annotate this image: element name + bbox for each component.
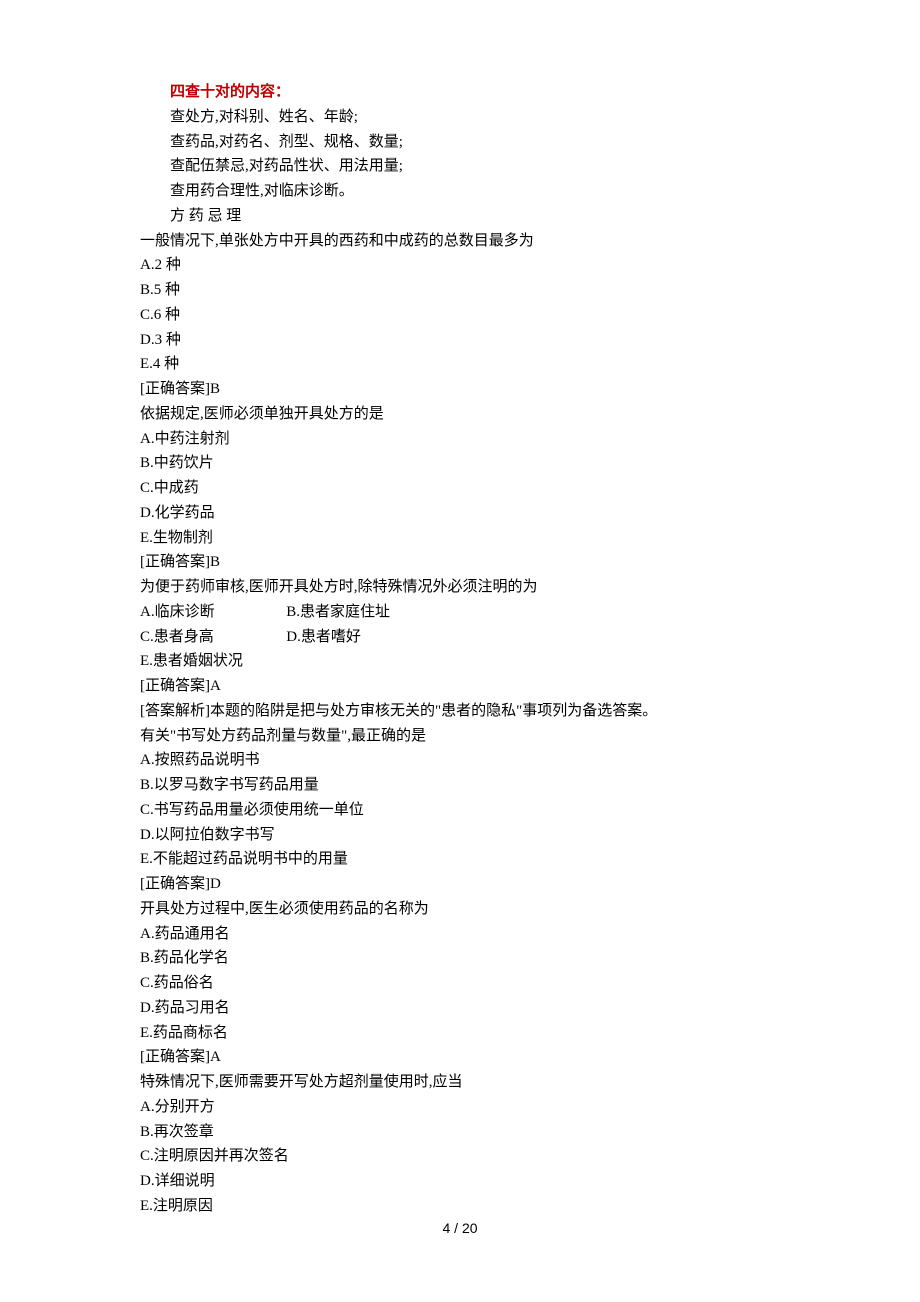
answer-label: [正确答案]A [140,674,780,699]
mnemonic-line: 方 药 忌 理 [170,204,780,229]
option-d: D.以阿拉伯数字书写 [140,823,780,848]
answer-label: [正确答案]D [140,872,780,897]
option-c: C.注明原因并再次签名 [140,1144,780,1169]
option-a: A.按照药品说明书 [140,748,780,773]
option-c: C.6 种 [140,303,780,328]
document-page: 四查十对的内容： 查处方,对科别、姓名、年龄; 查药品,对药名、剂型、规格、数量… [0,0,920,1260]
answer-label: [正确答案]A [140,1045,780,1070]
option-d: D.患者嗜好 [286,629,361,645]
option-d: D.详细说明 [140,1169,780,1194]
page-number: 4 / 20 [0,1217,920,1240]
option-a: A.中药注射剂 [140,427,780,452]
question-stem: 特殊情况下,医师需要开写处方超剂量使用时,应当 [140,1070,780,1095]
option-c: C.患者身高 [140,625,283,650]
option-e: E.4 种 [140,352,780,377]
option-e: E.患者婚姻状况 [140,649,780,674]
option-a: A.分别开方 [140,1095,780,1120]
option-b: B.以罗马数字书写药品用量 [140,773,780,798]
option-c: C.药品俗名 [140,971,780,996]
option-b: B.患者家庭住址 [286,604,390,620]
question-stem: 开具处方过程中,医生必须使用药品的名称为 [140,897,780,922]
option-a: A.临床诊断 [140,600,283,625]
check-item: 查配伍禁忌,对药品性状、用法用量; [170,154,780,179]
option-row: C.患者身高 D.患者嗜好 [140,625,780,650]
option-b: B.5 种 [140,278,780,303]
question-stem: 一般情况下,单张处方中开具的西药和中成药的总数目最多为 [140,229,780,254]
option-e: E.不能超过药品说明书中的用量 [140,847,780,872]
option-c: C.中成药 [140,476,780,501]
option-d: D.3 种 [140,328,780,353]
option-e: E.生物制剂 [140,526,780,551]
question-stem: 为便于药师审核,医师开具处方时,除特殊情况外必须注明的为 [140,575,780,600]
option-a: A.药品通用名 [140,922,780,947]
answer-label: [正确答案]B [140,550,780,575]
check-item: 查药品,对药名、剂型、规格、数量; [170,130,780,155]
question-stem: 依据规定,医师必须单独开具处方的是 [140,402,780,427]
section-heading: 四查十对的内容： [170,80,780,105]
answer-label: [正确答案]B [140,377,780,402]
option-row: A.临床诊断 B.患者家庭住址 [140,600,780,625]
option-e: E.注明原因 [140,1194,780,1219]
answer-explanation: [答案解析]本题的陷阱是把与处方审核无关的"患者的隐私"事项列为备选答案。 [140,699,780,724]
question-stem: 有关"书写处方药品剂量与数量",最正确的是 [140,724,780,749]
option-b: B.中药饮片 [140,451,780,476]
option-d: D.化学药品 [140,501,780,526]
check-item: 查处方,对科别、姓名、年龄; [170,105,780,130]
option-a: A.2 种 [140,253,780,278]
check-item: 查用药合理性,对临床诊断。 [170,179,780,204]
option-e: E.药品商标名 [140,1021,780,1046]
option-c: C.书写药品用量必须使用统一单位 [140,798,780,823]
option-d: D.药品习用名 [140,996,780,1021]
option-b: B.再次签章 [140,1120,780,1145]
option-b: B.药品化学名 [140,946,780,971]
